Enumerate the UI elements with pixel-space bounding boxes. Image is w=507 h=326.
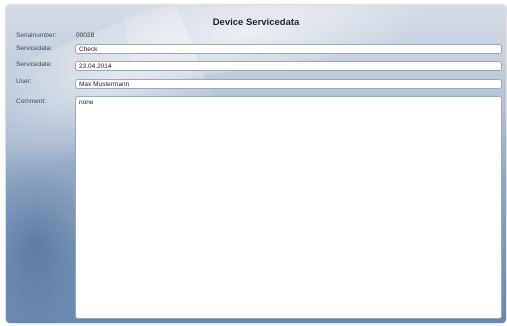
comment-field[interactable]: none [75,96,502,319]
comment-label: Comment: [16,98,46,105]
device-servicedata-window: Device Servicedata Serialnumber: 00028 S… [6,5,506,323]
user-field[interactable] [75,79,502,89]
servicedate-field[interactable] [75,61,502,71]
servicedate-label: Servicedate: [16,61,53,68]
serialnumber-label: Serialnumber: [16,32,57,39]
serialnumber-value: 00028 [76,32,95,39]
window-title: Device Servicedata [212,17,300,28]
user-label: User: [16,78,32,85]
servicedata-label: Servicedata: [16,45,53,52]
servicedata-field[interactable] [75,44,502,54]
